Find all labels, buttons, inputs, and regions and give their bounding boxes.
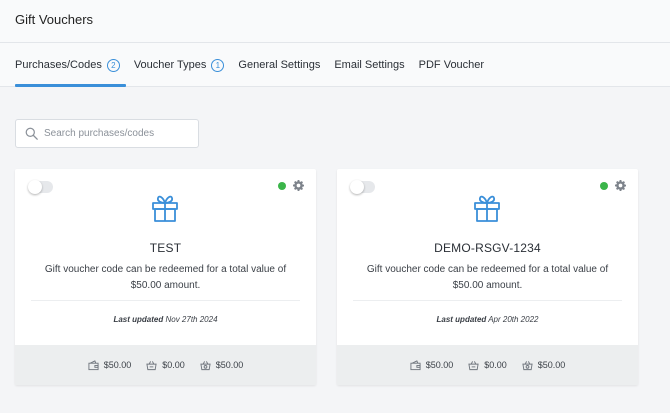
last-updated-date: Apr 20th 2022 [488, 315, 539, 324]
stat-redeemed-value: $0.00 [162, 360, 185, 370]
last-updated-date: Nov 27th 2024 [165, 315, 218, 324]
voucher-description: Gift voucher code can be redeemed for a … [366, 264, 609, 291]
search-box[interactable] [15, 119, 199, 148]
stat-total: $50.00 [410, 359, 454, 371]
stat-redeemed: $0.00 [468, 360, 507, 371]
voucher-code: DEMO-RSGV-1234 [434, 241, 541, 255]
tab-label: General Settings [238, 59, 321, 71]
stat-remaining: $50.00 [200, 360, 244, 371]
page-header: Gift Vouchers [0, 0, 670, 43]
stat-redeemed: $0.00 [146, 360, 185, 371]
basket-check-icon [200, 360, 211, 370]
voucher-stats: $50.00 $0.00 $50.00 [15, 345, 316, 385]
toggle-knob [350, 180, 364, 194]
voucher-card: TEST Gift voucher code can be redeemed f… [15, 169, 316, 385]
voucher-enable-toggle[interactable] [28, 180, 53, 194]
last-updated-label: Last updated [113, 315, 164, 324]
status-dot [600, 182, 608, 190]
stat-remaining-value: $50.00 [215, 360, 244, 370]
search-input[interactable] [44, 128, 194, 139]
wallet-icon [410, 359, 421, 370]
basket-minus-icon [146, 360, 157, 370]
basket-check-icon [522, 360, 533, 370]
tab-bar: Purchases/Codes 2 Voucher Types 1 Genera… [0, 43, 670, 87]
voucher-description: Gift voucher code can be redeemed for a … [44, 264, 287, 291]
basket-minus-icon [468, 360, 479, 370]
voucher-code: TEST [149, 241, 182, 255]
stat-total: $50.00 [88, 359, 132, 371]
divider [31, 300, 300, 301]
voucher-card: DEMO-RSGV-1234 Gift voucher code can be … [337, 169, 638, 385]
last-updated: Last updated Nov 27th 2024 [15, 315, 316, 324]
last-updated-label: Last updated [436, 315, 487, 324]
stat-remaining: $50.00 [522, 360, 566, 371]
gift-icon [474, 195, 500, 222]
tab-label: PDF Voucher [418, 59, 485, 71]
tab-label: Email Settings [334, 59, 405, 71]
tab-label: Voucher Types [133, 59, 207, 71]
wallet-icon [88, 359, 99, 370]
page-title: Gift Vouchers [15, 12, 94, 27]
search-icon [25, 127, 38, 140]
divider [353, 300, 622, 301]
tab-voucher-types[interactable]: Voucher Types 1 [134, 43, 225, 86]
stat-total-value: $50.00 [103, 360, 132, 370]
stat-total-value: $50.00 [425, 360, 454, 370]
tab-pdf-voucher[interactable]: PDF Voucher [419, 43, 484, 86]
last-updated: Last updated Apr 20th 2022 [337, 315, 638, 324]
tab-purchases-codes[interactable]: Purchases/Codes 2 [15, 43, 126, 87]
gift-icon [152, 195, 178, 222]
stat-remaining-value: $50.00 [537, 360, 566, 370]
tab-general-settings[interactable]: General Settings [238, 43, 320, 86]
tab-email-settings[interactable]: Email Settings [334, 43, 404, 86]
status-dot [278, 182, 286, 190]
gear-icon[interactable] [293, 180, 304, 191]
voucher-enable-toggle[interactable] [350, 180, 375, 194]
tab-label: Purchases/Codes [15, 59, 102, 71]
tab-count-badge: 1 [211, 59, 225, 72]
stat-redeemed-value: $0.00 [484, 360, 507, 370]
toggle-knob [28, 180, 42, 194]
voucher-stats: $50.00 $0.00 $50.00 [337, 345, 638, 385]
tab-count-badge: 2 [106, 59, 120, 72]
gear-icon[interactable] [615, 180, 626, 191]
